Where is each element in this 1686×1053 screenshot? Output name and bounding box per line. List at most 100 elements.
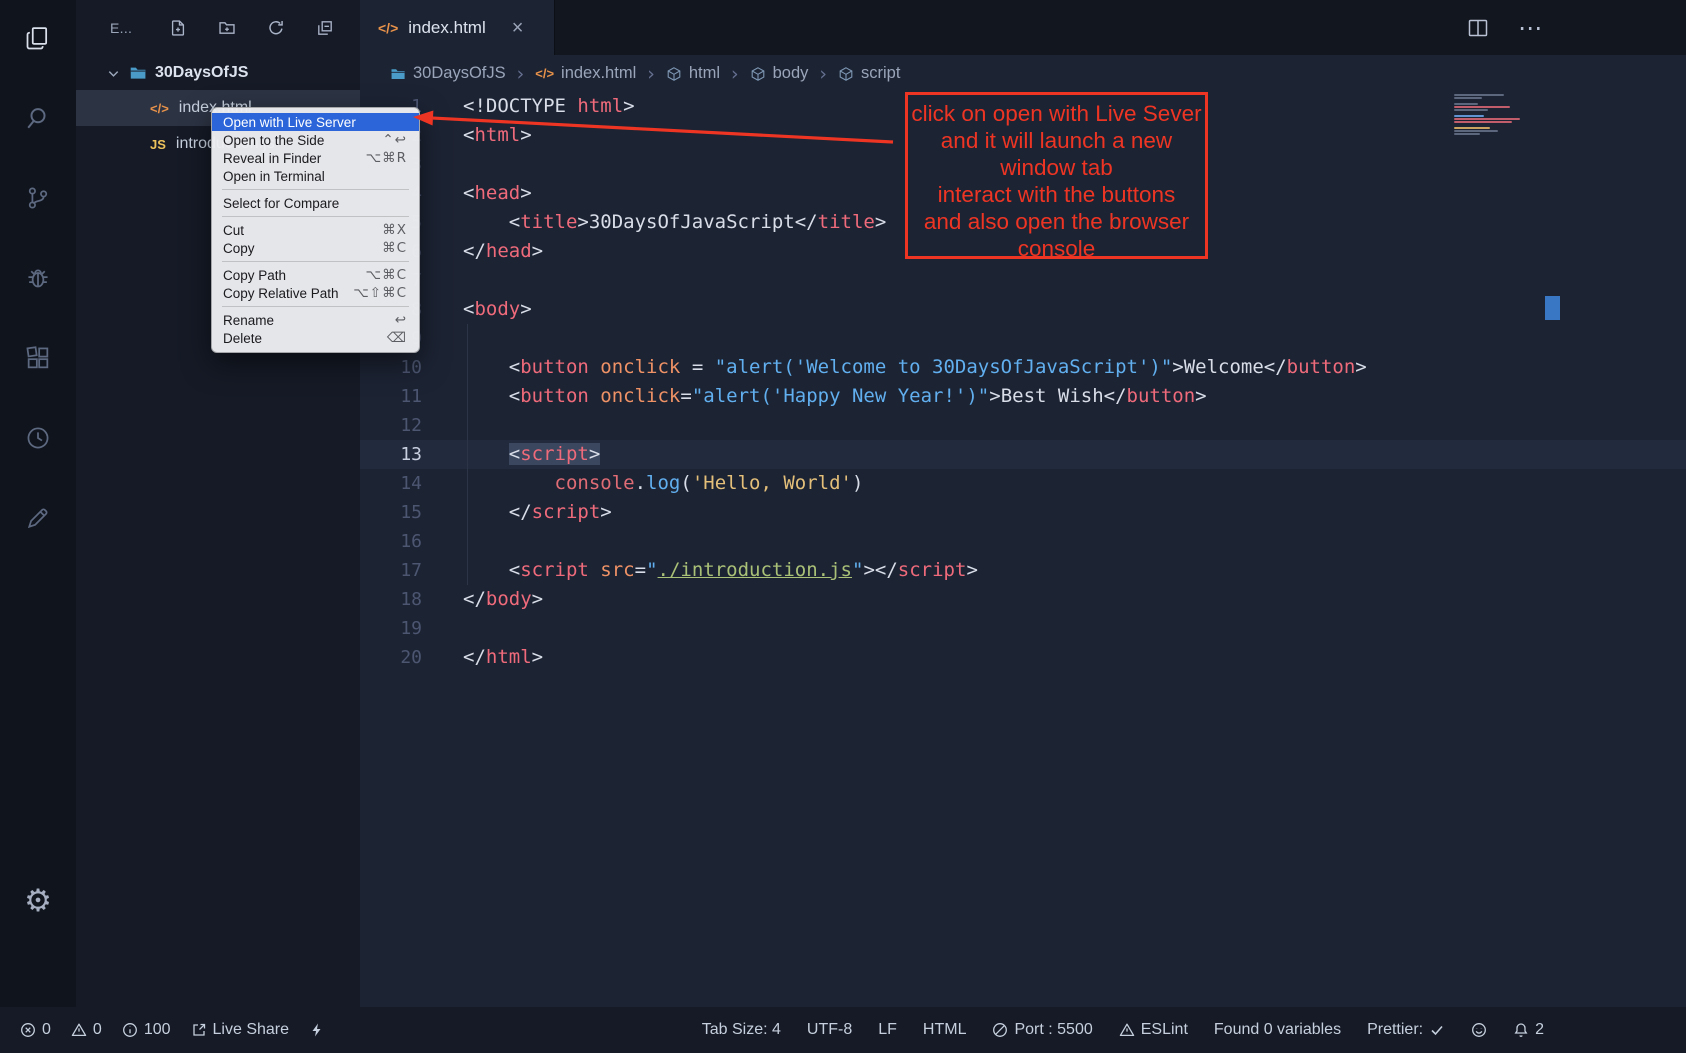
- status-prettier[interactable]: Prettier:: [1367, 1021, 1445, 1039]
- menu-item-copy-path[interactable]: Copy Path⌥⌘C: [212, 266, 419, 284]
- annotation-line: interact with the buttons: [908, 181, 1205, 208]
- code-line-16[interactable]: 16: [360, 527, 1686, 556]
- minimap-line: [1454, 121, 1512, 123]
- close-tab-icon[interactable]: ×: [512, 18, 524, 38]
- status-warnings[interactable]: 0: [71, 1021, 102, 1039]
- menu-item-open-in-terminal[interactable]: Open in Terminal: [212, 167, 419, 185]
- line-number: 18: [360, 585, 422, 614]
- split-editor-icon[interactable]: [1466, 16, 1490, 40]
- activity-run-debug-button[interactable]: [0, 240, 76, 320]
- code-line-11[interactable]: 11 <button onclick="alert('Happy New Yea…: [360, 382, 1686, 411]
- cube-icon: [750, 66, 766, 82]
- status-end-of-line[interactable]: LF: [878, 1021, 897, 1039]
- code-line-18[interactable]: 18</body>: [360, 585, 1686, 614]
- cube-icon: [666, 66, 682, 82]
- breadcrumb-separator: ›: [819, 63, 827, 85]
- activity-editing-button[interactable]: [0, 480, 76, 560]
- code-line-8[interactable]: 8<body>: [360, 295, 1686, 324]
- breadcrumb-item-folder[interactable]: 30DaysOfJS: [390, 64, 506, 83]
- code-line-19[interactable]: 19: [360, 614, 1686, 643]
- code-token: >: [966, 559, 977, 581]
- breadcrumb-item-script[interactable]: script: [838, 64, 900, 83]
- breadcrumb-item-body[interactable]: body: [750, 64, 809, 83]
- code-line-12[interactable]: 12: [360, 411, 1686, 440]
- menu-item-open-with-live-server[interactable]: Open with Live Server: [212, 113, 419, 131]
- status-live-server-port[interactable]: Port : 5500: [992, 1021, 1092, 1039]
- menu-item-select-for-compare[interactable]: Select for Compare: [212, 194, 419, 212]
- code-line-17[interactable]: 17 <script src="./introduction.js"></scr…: [360, 556, 1686, 585]
- folder-icon: [129, 64, 147, 82]
- menu-item-copy[interactable]: Copy⌘C: [212, 239, 419, 257]
- explorer-title: E...: [110, 20, 132, 36]
- code-token: >: [589, 443, 600, 465]
- line-number: 19: [360, 614, 422, 643]
- code-line-7[interactable]: 7: [360, 266, 1686, 295]
- status-tab-size[interactable]: Tab Size: 4: [702, 1021, 781, 1039]
- gear-icon: ⚙: [24, 883, 52, 919]
- info-icon: [122, 1022, 138, 1038]
- new-file-icon[interactable]: [169, 19, 187, 37]
- tab-bar: </> index.html × ⋯: [360, 0, 1686, 55]
- status-variables-found[interactable]: Found 0 variables: [1214, 1021, 1341, 1039]
- status-info-count[interactable]: 100: [122, 1021, 171, 1039]
- status-encoding[interactable]: UTF-8: [807, 1021, 852, 1039]
- code-token: </: [463, 646, 486, 668]
- more-actions-icon[interactable]: ⋯: [1518, 14, 1544, 42]
- status-language-mode[interactable]: HTML: [923, 1021, 967, 1039]
- menu-item-delete[interactable]: Delete⌫: [212, 329, 419, 347]
- activity-timer-button[interactable]: [0, 400, 76, 480]
- status-bar-left: 0 0 100 Live Share: [0, 1021, 325, 1039]
- menu-item-open-to-the-side[interactable]: Open to the Side⌃↩: [212, 131, 419, 149]
- code-token: html: [474, 124, 520, 146]
- code-token: >: [863, 559, 874, 581]
- code-line-13[interactable]: 13 <script>: [360, 440, 1686, 469]
- status-eslint[interactable]: ESLint: [1119, 1021, 1188, 1039]
- activity-source-control-button[interactable]: [0, 160, 76, 240]
- line-number: 10: [360, 353, 422, 382]
- code-token: head: [474, 182, 520, 204]
- status-live-share[interactable]: Live Share: [191, 1021, 290, 1039]
- cube-icon: [838, 66, 854, 82]
- refresh-icon[interactable]: [267, 19, 285, 37]
- minimap[interactable]: [1454, 94, 1542, 135]
- explorer-root-folder[interactable]: 30DaysOfJS: [76, 56, 360, 90]
- status-feedback-smiley[interactable]: [1471, 1022, 1487, 1038]
- status-bolt[interactable]: [309, 1022, 325, 1038]
- code-line-9[interactable]: 9: [360, 324, 1686, 353]
- tab-index-html[interactable]: </> index.html ×: [360, 0, 555, 55]
- code-line-20[interactable]: 20</html>: [360, 643, 1686, 672]
- chevron-down-icon: [106, 66, 121, 81]
- status-notifications[interactable]: 2: [1513, 1021, 1544, 1039]
- menu-item-cut[interactable]: Cut⌘X: [212, 221, 419, 239]
- minimap-line: [1454, 127, 1490, 129]
- breadcrumb-item-html[interactable]: html: [666, 64, 720, 83]
- code-line-10[interactable]: 10 <button onclick = "alert('Welcome to …: [360, 353, 1686, 382]
- breadcrumb-item-file[interactable]: </> index.html: [535, 64, 636, 83]
- code-token: <: [463, 356, 520, 378]
- scrollbar-marker[interactable]: [1545, 296, 1560, 320]
- activity-explorer-button[interactable]: [0, 0, 76, 80]
- collapse-folders-icon[interactable]: [316, 19, 334, 37]
- code-token: script: [898, 559, 967, 581]
- code-token: ": [852, 559, 863, 581]
- status-errors[interactable]: 0: [20, 1021, 51, 1039]
- menu-item-reveal-in-finder[interactable]: Reveal in Finder⌥⌘R: [212, 149, 419, 167]
- menu-item-copy-relative-path[interactable]: Copy Relative Path⌥⇧⌘C: [212, 284, 419, 302]
- tab-label: index.html: [408, 18, 485, 38]
- minimap-line: [1454, 94, 1504, 96]
- code-line-15[interactable]: 15 </script>: [360, 498, 1686, 527]
- annotation-line: and also open the browser: [908, 208, 1205, 235]
- smiley-icon: [1471, 1022, 1487, 1038]
- code-token: title: [818, 211, 875, 233]
- explorer-header: E...: [76, 0, 360, 56]
- folder-icon: [390, 66, 406, 82]
- code-line-14[interactable]: 14 console.log('Hello, World'): [360, 469, 1686, 498]
- code-token: =: [680, 385, 691, 407]
- activity-search-button[interactable]: [0, 80, 76, 160]
- activity-extensions-button[interactable]: [0, 320, 76, 400]
- settings-gear-button[interactable]: ⚙: [0, 883, 76, 919]
- menu-item-rename[interactable]: Rename↩: [212, 311, 419, 329]
- line-number: 11: [360, 382, 422, 411]
- code-token: <: [463, 182, 474, 204]
- new-folder-icon[interactable]: [218, 19, 236, 37]
